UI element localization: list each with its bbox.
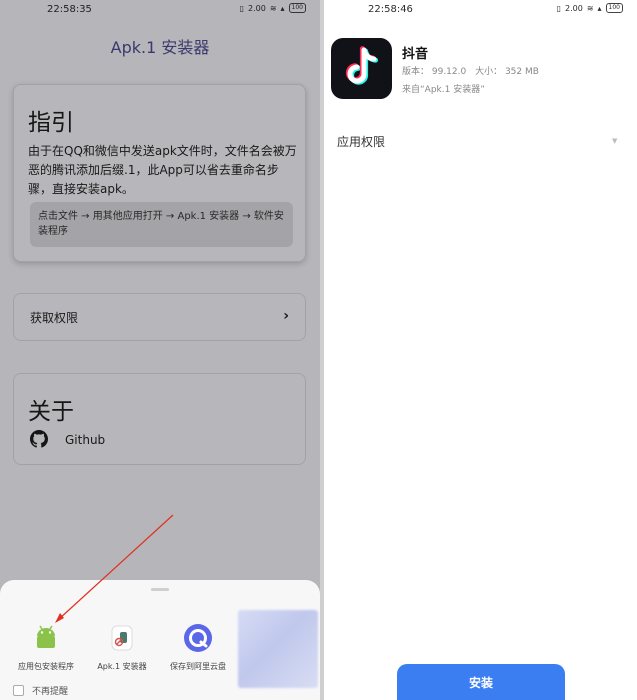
app-permissions-toggle[interactable]: 应用权限	[337, 133, 385, 150]
share-target-apk1-installer[interactable]: Apk.1 安装器	[82, 622, 162, 672]
app-meta: 版本： 99.12.0 大小： 352 MB	[402, 64, 545, 77]
status-time: 22:58:46	[368, 4, 413, 15]
vibrate-icon: ▯	[556, 3, 562, 13]
android-icon	[30, 622, 62, 654]
right-phone-screen: 22:58:46 ▯ 2.00 ≋ ▴ 100 抖音 版本： 99.12.0 大…	[324, 0, 637, 700]
sheet-handle[interactable]	[151, 588, 169, 591]
network-speed: 2.00	[565, 3, 583, 13]
share-target-label: 应用包安装程序	[18, 662, 74, 671]
dont-remind-row[interactable]: 不再提醒	[13, 684, 68, 697]
status-bar: 22:58:46 ▯ 2.00 ≋ ▴ 100	[324, 0, 637, 20]
app-version: 版本： 99.12.0	[402, 67, 467, 77]
app-name: 抖音	[402, 47, 429, 62]
chevron-down-icon[interactable]: ▼	[612, 137, 617, 145]
tiktok-app-icon	[331, 38, 392, 99]
app-source: 来自“Apk.1 安装器”	[402, 85, 485, 95]
share-target-aliyun-drive[interactable]: 保存到阿里云盘	[158, 622, 238, 672]
wifi-icon: ≋	[586, 3, 594, 13]
aliyun-drive-icon	[182, 622, 214, 654]
install-button[interactable]: 安装	[397, 664, 565, 700]
blurred-share-target[interactable]	[238, 610, 318, 688]
signal-icon: ▴	[597, 3, 602, 13]
battery-icon: 100	[605, 3, 623, 13]
left-phone-screen: 22:58:35 ▯ 2.00 ≋ ▴ 100 Apk.1 安装器 指引 由于在…	[0, 0, 320, 700]
share-sheet: 应用包安装程序 Apk.1 安装器 保存到阿里云盘 不再提醒	[0, 580, 320, 700]
share-target-label: Apk.1 安装器	[97, 662, 147, 671]
share-target-package-installer[interactable]: 应用包安装程序	[6, 622, 86, 672]
dont-remind-label: 不再提醒	[32, 687, 69, 697]
dont-remind-checkbox[interactable]	[13, 685, 24, 696]
apk-installer-icon	[106, 622, 138, 654]
app-size: 大小： 352 MB	[475, 67, 539, 77]
share-target-label: 保存到阿里云盘	[170, 662, 226, 671]
